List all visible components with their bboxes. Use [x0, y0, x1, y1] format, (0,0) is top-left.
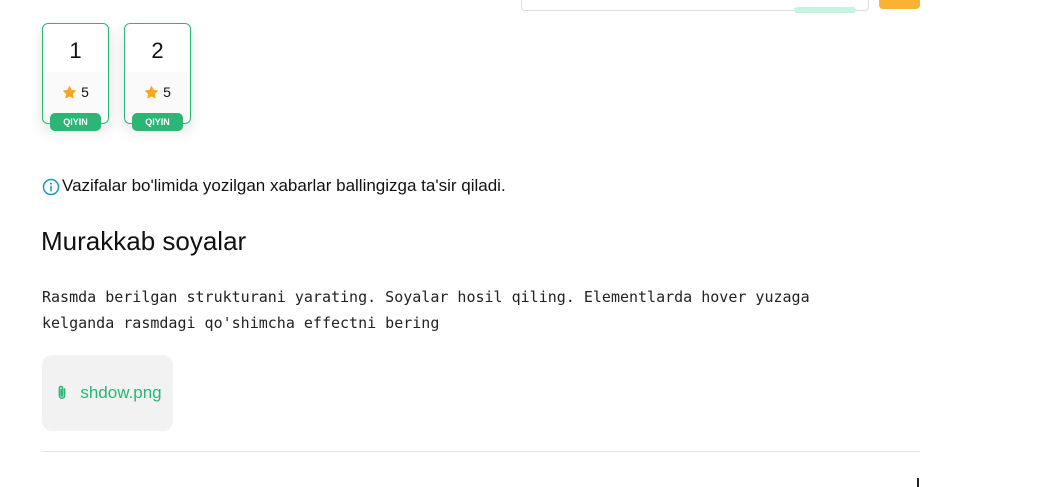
task-score-value: 5 — [81, 84, 89, 100]
exercise-title: Murakkab soyalar — [41, 226, 247, 256]
task-number: 1 — [69, 38, 82, 63]
task-card-2[interactable]: 2 5 QIYIN — [124, 23, 191, 131]
text-cursor — [917, 478, 919, 487]
task-number: 2 — [151, 38, 164, 63]
exercise-description: Rasmda berilgan strukturani yarating. So… — [42, 288, 810, 332]
top-search-input[interactable] — [521, 0, 869, 13]
paperclip-icon — [58, 385, 66, 399]
section-divider — [42, 451, 920, 452]
task-score-value: 5 — [163, 84, 171, 100]
task-score: 5 — [43, 84, 108, 100]
attachment-link[interactable]: shdow.png — [42, 355, 173, 431]
attachment-filename: shdow.png — [80, 383, 162, 402]
info-notice: Vazifalar bo'limida yozilgan xabarlar ba… — [42, 176, 506, 196]
star-icon — [145, 85, 158, 98]
task-card-1[interactable]: 1 5 QIYIN — [42, 23, 109, 131]
top-input-accent — [794, 7, 856, 13]
top-action-button[interactable] — [879, 0, 920, 9]
star-icon — [63, 85, 76, 98]
difficulty-badge: QIYIN — [50, 113, 101, 131]
task-score: 5 — [125, 84, 190, 100]
difficulty-badge: QIYIN — [132, 113, 183, 131]
info-icon — [42, 178, 60, 196]
info-text: Vazifalar bo'limida yozilgan xabarlar ba… — [62, 176, 506, 195]
